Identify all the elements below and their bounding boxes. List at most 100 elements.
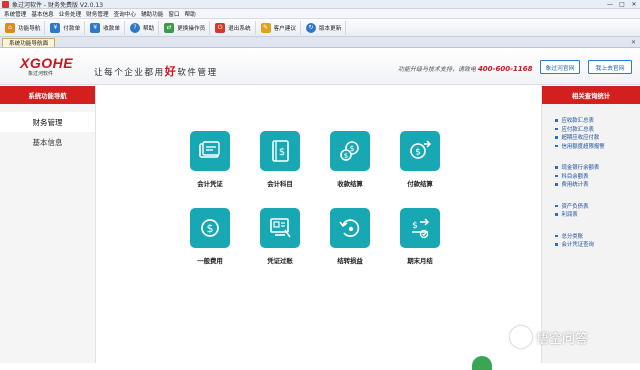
query-link[interactable]: 现金银行余额表	[555, 163, 640, 172]
watermark: 悟空问答	[510, 326, 588, 348]
query-link[interactable]: 资产负债表	[555, 202, 640, 211]
slogan-highlight: 好	[164, 65, 178, 78]
menu-finance[interactable]: 财务管理	[86, 10, 108, 18]
menu-query[interactable]: 查询中心	[114, 10, 136, 18]
toolbar-exit-label: 退出系统	[228, 25, 251, 32]
suggestion-icon: ✎	[260, 22, 271, 33]
query-link[interactable]: 利润表	[555, 210, 640, 219]
query-link[interactable]: 费用统计表	[555, 180, 640, 189]
support-line: 功能升级与技术支持，请致电 400-600-1168	[398, 64, 532, 73]
bullet-icon	[555, 127, 558, 130]
tab-strip: 系统功能导航面 ✕	[0, 37, 640, 48]
query-link[interactable]: 信用额度超限报警	[555, 142, 640, 151]
menu-help[interactable]: 帮助	[185, 10, 196, 18]
voucher-icon	[190, 131, 230, 171]
svg-text:$: $	[279, 147, 285, 158]
bullet-icon	[555, 183, 558, 186]
payment-icon: ¥	[50, 22, 61, 33]
query-group-ledger: 总分类账 会计凭证查询	[542, 232, 640, 249]
toolbar-help-button[interactable]: ? 帮助	[128, 20, 160, 35]
query-group-statements: 资产负债表 利润表	[542, 202, 640, 219]
logo-brand: XGOHE	[20, 55, 74, 71]
func-payment-settlement[interactable]: $ 付款结算	[390, 131, 450, 193]
query-link[interactable]: 会计凭证查询	[555, 240, 640, 249]
query-link[interactable]: 总分类账	[555, 232, 640, 241]
bullet-icon	[555, 234, 558, 237]
svg-text:$: $	[412, 221, 418, 231]
menu-tools[interactable]: 辅助功能	[141, 10, 163, 18]
gov-site-button[interactable]: 我上去官网	[588, 60, 632, 74]
func-general-expense[interactable]: $ 一般费用	[180, 208, 240, 270]
func-accounting-subject[interactable]: $ 会计科目	[250, 131, 310, 193]
official-site-button[interactable]: 象过河官网	[540, 60, 580, 74]
func-label: 凭证过账	[267, 257, 293, 265]
bullet-icon	[555, 243, 558, 246]
toolbar: ⌂ 功能导航 ¥ 付款单 ¥ 收款单 ? 帮助 ⇄ 更换操作员 ⏻ 退出系统 ✎…	[0, 19, 640, 37]
menu-business[interactable]: 业务处理	[59, 10, 81, 18]
func-label: 收款结算	[337, 180, 363, 188]
toolbar-suggestion-label: 客户建议	[273, 25, 296, 32]
toolbar-exit-button[interactable]: ⏻ 退出系统	[213, 20, 256, 35]
window-titlebar: 象过河软件 - 财务免费版 V2.0.13 — □ ✕	[0, 0, 640, 9]
tab-function-nav[interactable]: 系统功能导航面	[2, 38, 56, 47]
right-query-panel: 相关查询统计 应收款汇总表 应付款汇总表 超期应收应付款 信用额度超限报警 现金…	[541, 86, 640, 363]
bullet-icon	[555, 204, 558, 207]
collection-icon: $ $	[330, 131, 370, 171]
menu-system[interactable]: 系统管理	[4, 10, 26, 18]
slogan: 让每个企业都用好软件管理	[94, 63, 218, 79]
toolbar-update-label: 版本更新	[318, 25, 342, 32]
app-icon	[2, 0, 9, 8]
posting-icon	[260, 208, 300, 248]
close-tab-icon[interactable]: ✕	[631, 39, 636, 46]
toolbar-suggestion-button[interactable]: ✎ 客户建议	[259, 20, 301, 35]
ledger-icon: $	[260, 131, 300, 171]
func-collection-settlement[interactable]: $ $ 收款结算	[320, 131, 380, 193]
menu-window[interactable]: 窗口	[168, 10, 179, 18]
bullet-icon	[555, 144, 558, 147]
toolbar-help-label: 帮助	[142, 25, 155, 32]
bullet-icon	[555, 166, 558, 169]
slogan-post: 软件管理	[177, 68, 218, 78]
close-window-button[interactable]: ✕	[628, 0, 640, 9]
toolbar-payment-button[interactable]: ¥ 付款单	[48, 20, 86, 35]
minimize-button[interactable]: —	[604, 0, 616, 9]
query-link[interactable]: 应付款汇总表	[555, 125, 640, 134]
query-link[interactable]: 应收款汇总表	[555, 116, 640, 125]
nav-item-basic-info[interactable]: 基本信息	[0, 132, 95, 152]
support-phone: 400-600-1168	[477, 65, 533, 73]
func-month-end-close[interactable]: $ 期末月结	[390, 208, 450, 270]
query-link[interactable]: 超期应收应付款	[555, 133, 640, 142]
status-orb	[472, 356, 492, 370]
left-panel-title: 系统功能导航	[0, 86, 95, 104]
carry-forward-icon	[330, 208, 370, 248]
bullet-icon	[555, 119, 558, 122]
func-label: 结转损益	[337, 257, 363, 265]
func-accounting-voucher[interactable]: 会计凭证	[180, 131, 240, 193]
func-carry-forward[interactable]: 结转损益	[320, 208, 380, 270]
exit-icon: ⏻	[215, 22, 226, 33]
svg-text:$: $	[415, 148, 421, 158]
bullet-icon	[555, 174, 558, 177]
slogan-pre: 让每个企业都用	[94, 68, 165, 78]
month-end-icon: $	[400, 208, 440, 248]
query-link[interactable]: 科目余额表	[555, 172, 640, 181]
menu-basic-info[interactable]: 基本信息	[31, 10, 53, 18]
toolbar-update-button[interactable]: ↻ 版本更新	[304, 20, 347, 35]
bullet-icon	[555, 136, 558, 139]
query-group-receivables: 应收款汇总表 应付款汇总表 超期应收应付款 信用额度超限报警	[542, 116, 640, 150]
support-text: 功能升级与技术支持，请致电	[398, 66, 477, 73]
func-label: 会计凭证	[197, 180, 223, 188]
help-icon: ?	[129, 22, 140, 33]
func-label: 付款结算	[407, 180, 433, 188]
func-voucher-posting[interactable]: 凭证过账	[250, 208, 310, 270]
toolbar-receipt-button[interactable]: ¥ 收款单	[88, 20, 125, 35]
toolbar-nav-label: 功能导航	[18, 25, 41, 32]
maximize-button[interactable]: □	[616, 0, 628, 9]
home-icon: ⌂	[5, 22, 15, 33]
toolbar-nav-button[interactable]: ⌂ 功能导航	[3, 20, 46, 35]
nav-item-finance[interactable]: 财务管理	[0, 112, 95, 132]
toolbar-switch-user-button[interactable]: ⇄ 更换操作员	[162, 20, 211, 35]
bullet-icon	[555, 213, 558, 216]
func-label: 会计科目	[267, 180, 293, 188]
company-logo: XGOHE 象过河软件	[20, 55, 74, 78]
